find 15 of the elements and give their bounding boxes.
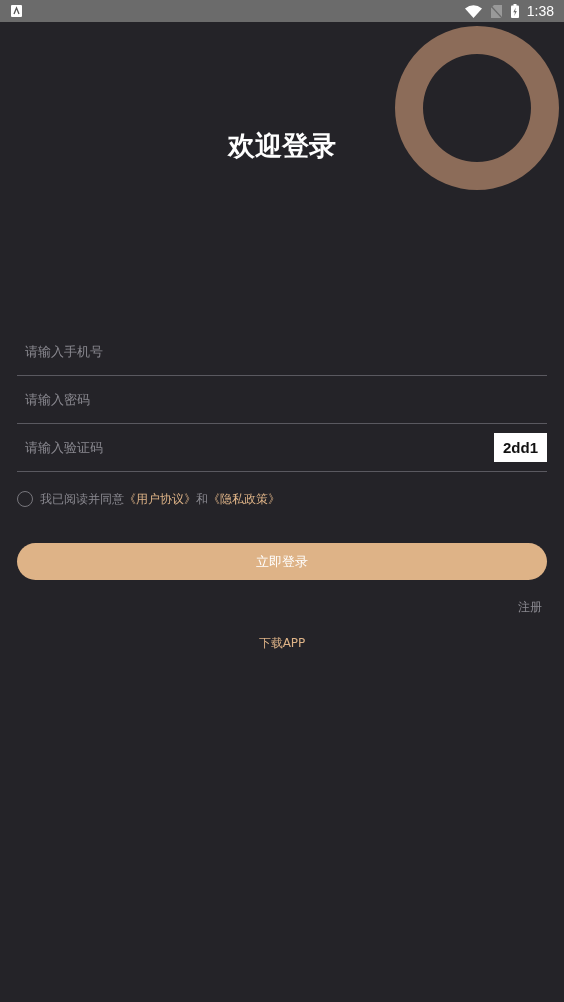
notification-icon: [11, 5, 22, 17]
download-app-link[interactable]: 下载APP: [258, 635, 306, 652]
captcha-image[interactable]: 2dd1: [494, 433, 547, 462]
privacy-policy-link[interactable]: 《隐私政策》: [208, 491, 280, 506]
welcome-title: 欢迎登录: [226, 130, 337, 162]
agreement-text: 我已阅读并同意《用户协议》和《隐私政策》: [40, 490, 280, 508]
wifi-icon: [464, 4, 482, 18]
no-sim-icon: [490, 4, 502, 18]
user-agreement-link[interactable]: 《用户协议》: [124, 491, 196, 506]
password-input-field[interactable]: 请输入密码: [17, 379, 547, 420]
battery-charging-icon: [510, 4, 519, 18]
register-link[interactable]: 注册: [518, 599, 542, 616]
status-time: 1:38: [526, 3, 554, 19]
captcha-input-field[interactable]: 请输入验证码: [17, 427, 494, 468]
phone-input-field[interactable]: 请输入手机号: [17, 331, 547, 372]
